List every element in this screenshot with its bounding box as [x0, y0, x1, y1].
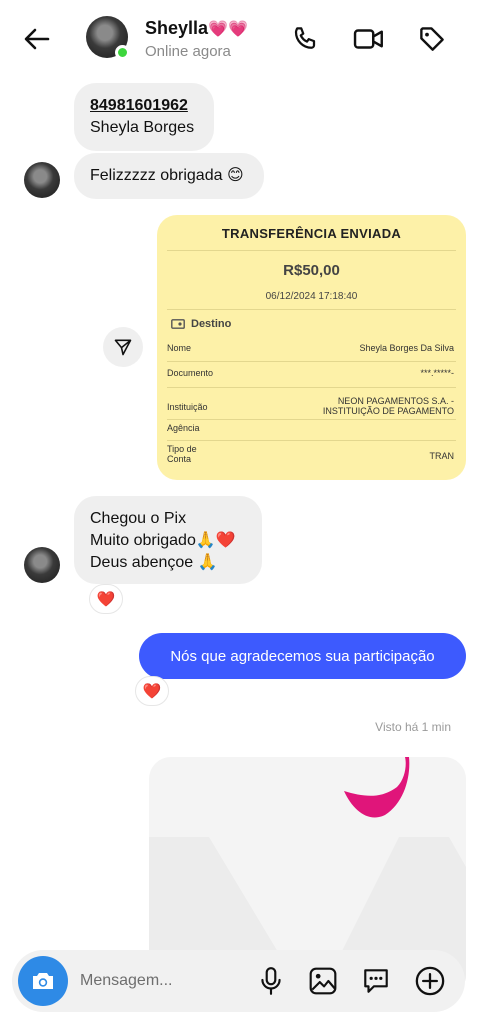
receipt-row: Documento ***.*****- [167, 368, 454, 384]
receipt-row: Instituição NEON PAGAMENTOS S.A. - INSTI… [167, 396, 454, 420]
receipt-row: Nome Sheyla Borges Da Silva [167, 343, 454, 359]
avatar[interactable] [24, 547, 60, 583]
voice-call-button[interactable] [289, 22, 323, 56]
back-button[interactable] [20, 22, 54, 56]
receipt-row: Agência [167, 423, 454, 439]
message-phone-number[interactable]: 84981601962 [90, 95, 198, 117]
divider [167, 419, 456, 420]
contact-name-text: Sheylla [145, 18, 209, 38]
online-indicator [115, 45, 130, 60]
money-icon [171, 319, 185, 329]
message-text: Deus abençoe 🙏 [90, 554, 218, 571]
row-value: Sheyla Borges Da Silva [359, 343, 454, 353]
row-label: Instituição [167, 402, 208, 412]
avatar[interactable] [24, 162, 60, 198]
receipt-destino-heading: Destino [171, 318, 231, 330]
divider [167, 361, 456, 362]
outgoing-message-bubble[interactable]: Nós que agradecemos sua participação [139, 633, 466, 679]
camera-icon [33, 973, 53, 989]
video-camera-icon [353, 29, 383, 49]
phone-icon [294, 27, 316, 49]
row-label-line: Tipo de [167, 444, 197, 454]
row-value: NEON PAGAMENTOS S.A. - INSTITUIÇÃO DE PA… [323, 396, 454, 416]
message-text: Sheyla Borges [90, 119, 195, 136]
video-call-button[interactable] [352, 22, 386, 56]
back-arrow-icon [24, 28, 50, 50]
chat-header: Sheylla💗💗 Online agora [0, 0, 477, 78]
row-label: Documento [167, 368, 214, 378]
incoming-message-bubble[interactable]: Felizzzzz obrigada 😊 [74, 153, 264, 199]
incoming-message-bubble[interactable]: 84981601962 Sheyla Borges [74, 83, 214, 151]
contact-status: Online agora [145, 43, 231, 60]
divider [167, 440, 456, 441]
seen-status: Visto há 1 min [375, 720, 451, 734]
message-text: Chegou o Pix [90, 510, 187, 527]
heart-icon: ❤️ [96, 591, 116, 608]
receipt-title: TRANSFERÊNCIA ENVIADA [221, 226, 402, 241]
sticker-button[interactable] [359, 964, 393, 998]
gallery-button[interactable] [306, 964, 340, 998]
more-options-button[interactable] [413, 964, 447, 998]
receipt-row: Tipo de Conta TRAN [167, 444, 454, 472]
row-value-line: NEON PAGAMENTOS S.A. - [337, 396, 454, 406]
message-text: Muito obrigado🙏❤️ [90, 532, 236, 549]
contact-name[interactable]: Sheylla💗💗 [145, 18, 248, 39]
gallery-icon [309, 967, 337, 995]
tag-button[interactable] [415, 22, 449, 56]
receipt-datetime: 06/12/2024 17:18:40 [265, 291, 358, 302]
camera-button[interactable] [18, 956, 68, 1006]
divider [167, 387, 456, 388]
microphone-icon [261, 967, 281, 995]
contact-name-hearts: 💗💗 [208, 21, 248, 38]
transfer-receipt-image[interactable]: TRANSFERÊNCIA ENVIADA R$50,00 06/12/2024… [157, 215, 466, 480]
tag-icon [420, 27, 444, 51]
message-reaction[interactable]: ❤️ [135, 676, 169, 706]
message-reaction[interactable]: ❤️ [89, 584, 123, 614]
row-label: Tipo de Conta [167, 444, 197, 464]
row-label: Agência [167, 423, 200, 433]
add-icon [415, 966, 445, 996]
heart-icon: ❤️ [142, 683, 162, 700]
message-text: Felizzzzz obrigada 😊 [90, 167, 244, 184]
row-value: ***.*****- [420, 368, 454, 378]
incoming-message-bubble[interactable]: Chegou o Pix Muito obrigado🙏❤️ Deus aben… [74, 496, 262, 584]
message-composer [12, 950, 465, 1012]
row-value: TRAN [429, 451, 455, 461]
divider [167, 250, 456, 251]
row-label: Nome [167, 343, 192, 353]
divider [167, 309, 456, 310]
row-value-line: INSTITUIÇÃO DE PAGAMENTO [322, 406, 454, 416]
share-button[interactable] [103, 327, 143, 367]
contact-avatar[interactable] [86, 16, 130, 60]
row-label-line: Conta [167, 454, 192, 464]
voice-message-button[interactable] [254, 964, 288, 998]
message-text: Nós que agradecemos sua participação [170, 647, 435, 665]
sticker-chat-icon [364, 969, 388, 993]
receipt-amount: R$50,00 [283, 262, 340, 279]
destino-label: Destino [191, 318, 232, 330]
send-icon [114, 339, 132, 356]
message-input[interactable] [80, 968, 240, 994]
